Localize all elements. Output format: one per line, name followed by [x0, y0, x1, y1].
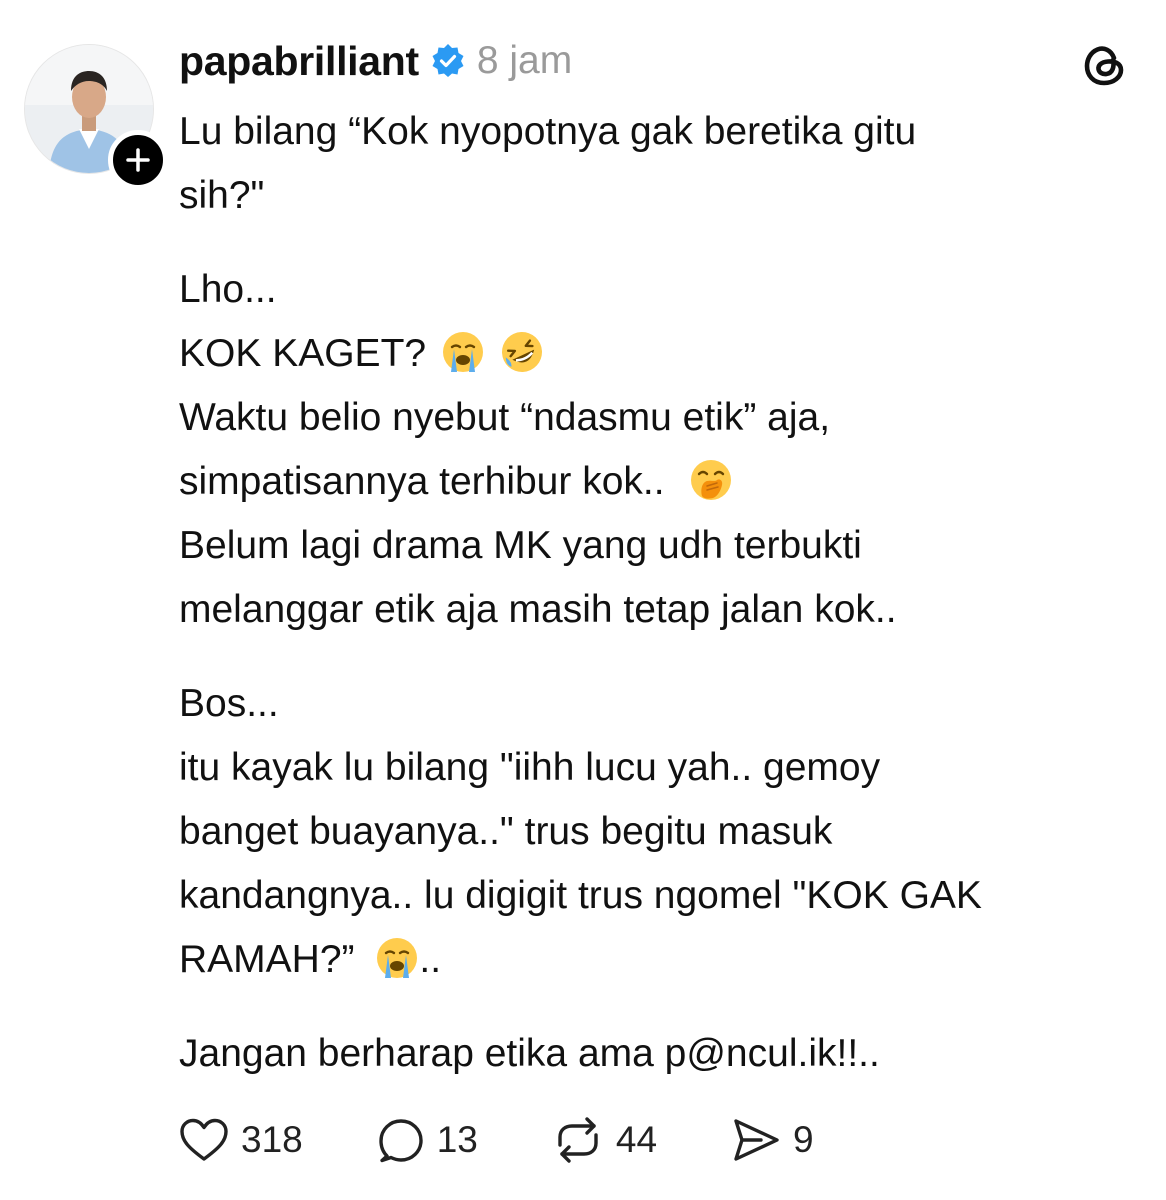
post-header: papabrilliant 8 jam [179, 36, 572, 86]
post-line: Jangan berharap etika ama p@ncul.ik!!.. [179, 1032, 880, 1075]
post-line: sih?" [179, 174, 265, 217]
post-line: Lu bilang “Kok nyopotnya gak beretika gi… [179, 110, 917, 153]
face-with-hand-over-mouth-icon [691, 460, 732, 500]
rolling-on-floor-laughing-icon [501, 332, 542, 372]
post-body: Lu bilang “Kok nyopotnya gak beretika gi… [179, 100, 1139, 1086]
username[interactable]: papabrilliant [179, 38, 419, 85]
like-count: 318 [241, 1119, 303, 1160]
send-icon [734, 1119, 779, 1161]
post-line: Waktu belio nyebut “ndasmu etik” aja, [179, 396, 831, 439]
reply-button[interactable]: 13 [377, 1116, 478, 1164]
post-line-with-emoji: RAMAH?” .. [179, 928, 1139, 992]
post-line: melanggar etik aja masih tetap jalan kok… [179, 588, 897, 631]
like-button[interactable]: 318 [179, 1117, 303, 1163]
post-line: Belum lagi drama MK yang udh terbukti [179, 524, 862, 567]
repost-icon [558, 1117, 598, 1163]
share-count: 9 [793, 1119, 814, 1160]
post-line: Bos... [179, 682, 279, 725]
post-line-text: RAMAH?” [179, 938, 355, 981]
post-line: Lho... [179, 268, 277, 311]
post-actions: 318 13 44 9 [179, 1112, 888, 1168]
post-line: banget buayanya.." trus begitu masuk [179, 810, 833, 853]
loudly-crying-face-icon [377, 938, 418, 978]
threads-logo-icon[interactable] [1080, 40, 1130, 90]
post-line: itu kayak lu bilang "iihh lucu yah.. gem… [179, 746, 881, 789]
share-button[interactable]: 9 [731, 1116, 814, 1164]
post-line-text: simpatisannya terhibur kok.. [179, 460, 665, 503]
post-line-text: .. [419, 938, 442, 981]
post-line-text: KOK KAGET? [179, 332, 427, 375]
verified-badge-icon [432, 44, 464, 77]
repost-count: 44 [615, 1119, 658, 1160]
reply-count: 13 [436, 1119, 478, 1160]
loudly-crying-face-icon [442, 332, 483, 372]
heart-icon [180, 1118, 228, 1161]
repost-button[interactable]: 44 [552, 1115, 657, 1165]
plus-icon [126, 148, 150, 172]
post-line-with-emoji: simpatisannya terhibur kok.. [179, 450, 1139, 514]
post-line-with-emoji: KOK KAGET? [179, 322, 1139, 386]
post-timestamp: 8 jam [476, 39, 573, 82]
comment-icon [379, 1119, 423, 1163]
post-line: kandangnya.. lu digigit trus ngomel "KOK… [179, 874, 982, 917]
follow-button[interactable] [108, 130, 168, 190]
avatar-container[interactable] [24, 44, 168, 190]
